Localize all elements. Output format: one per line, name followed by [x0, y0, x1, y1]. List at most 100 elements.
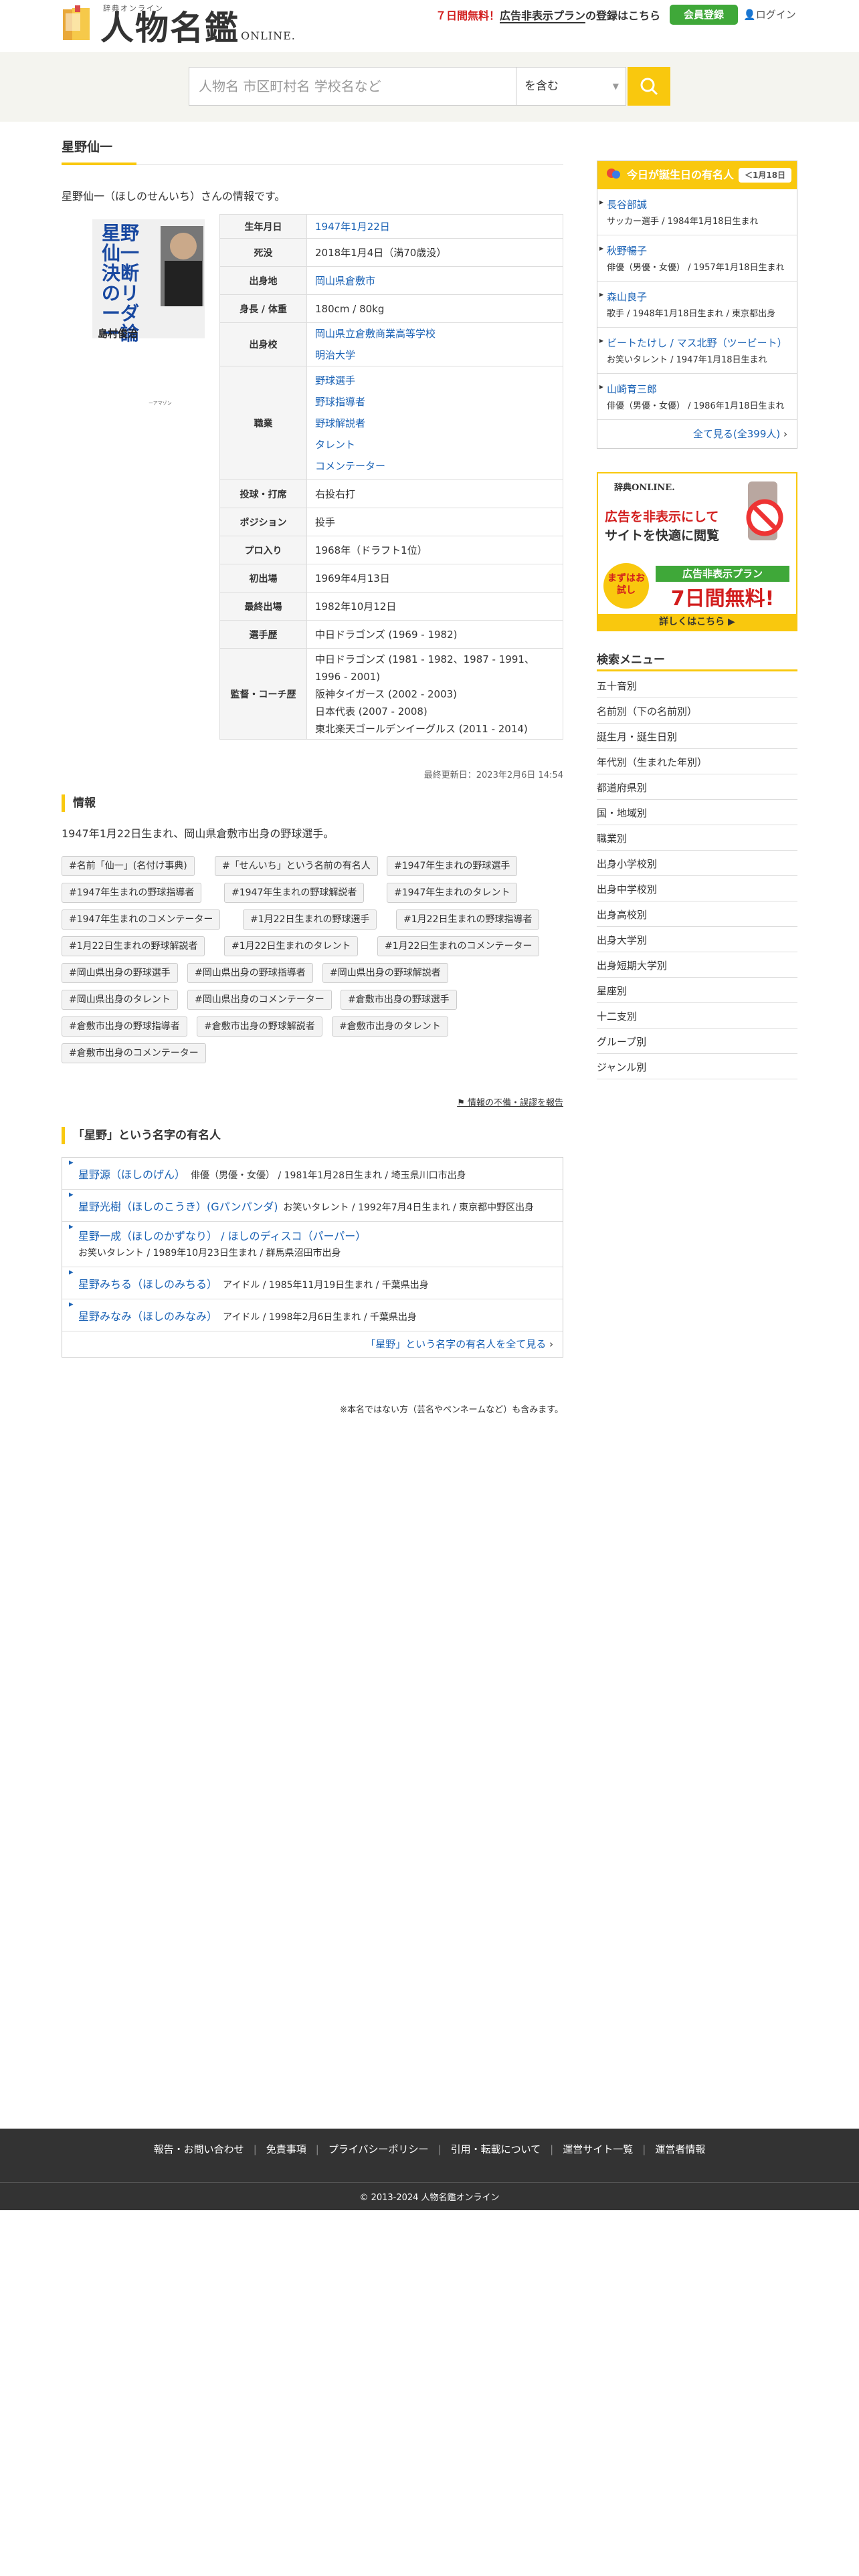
birthday-item: ビートたけし / マス北野（ツービート） お笑いタレント / 1947年1月18日… — [597, 328, 797, 374]
search-menu-item[interactable]: ジャンル別 — [597, 1054, 797, 1079]
search-menu-item[interactable]: 十二支別 — [597, 1003, 797, 1029]
birthday-person-desc: 俳優（男優・女優） / 1957年1月18日生まれ — [607, 263, 785, 273]
footer-separator: | — [315, 2143, 319, 2155]
footer-link[interactable]: 報告・お問い合わせ — [154, 2143, 244, 2155]
search-menu-item[interactable]: 名前別（下の名前別） — [597, 698, 797, 724]
namesake-link[interactable]: 星野源（ほしのげん） — [78, 1168, 185, 1181]
namesake-link[interactable]: 星野みちる（ほしのみちる） — [78, 1278, 217, 1291]
tag-link[interactable]: #1月22日生まれの野球解説者 — [62, 936, 205, 956]
profile-value-link[interactable]: 野球指導者 — [315, 391, 555, 413]
tag-link[interactable]: #「せんいち」という名前の有名人 — [215, 856, 378, 876]
profile-value-link[interactable]: タレント — [315, 434, 555, 455]
search-menu-item[interactable]: 五十音別 — [597, 673, 797, 698]
book-cover[interactable]: 星野仙一 決断のリーダー論 島村俊治 ーアマゾン — [86, 219, 211, 413]
tag-link[interactable]: #倉敷市出身の野球選手 — [341, 990, 457, 1010]
search-mode-select[interactable]: を含む ▼ — [516, 67, 626, 106]
footer-divider — [0, 2182, 859, 2183]
profile-value-link[interactable]: コメンテーター — [315, 455, 555, 477]
search-menu-item[interactable]: グループ別 — [597, 1029, 797, 1054]
namesake-desc: お笑いタレント / 1989年10月23日生まれ / 群馬県沼田市出身 — [78, 1248, 341, 1259]
profile-label: 選手歴 — [219, 620, 307, 649]
profile-value: 岡山県倉敷市 — [306, 266, 563, 295]
footer-link[interactable]: プライバシーポリシー — [328, 2143, 429, 2155]
birthday-person-link[interactable]: 森山良子 — [607, 290, 797, 304]
birthday-person-link[interactable]: 秋野暢子 — [607, 243, 797, 257]
footer-link[interactable]: 引用・転載について — [451, 2143, 541, 2155]
tag-link[interactable]: #1月22日生まれのコメンテーター — [377, 936, 540, 956]
site-logo[interactable]: 辞典オンライン 人物名鑑 ONLINE. — [62, 1, 295, 49]
search-menu-item[interactable]: 出身大学別 — [597, 927, 797, 952]
last-updated: 最終更新日：2023年2月6日 14:54 — [423, 770, 563, 780]
search-button[interactable] — [628, 67, 670, 106]
birthday-box: 今日が誕生日の有名人 ＜1月18日 長谷部誠サッカー選手 / 1984年1月18… — [597, 160, 797, 449]
tag-link[interactable]: #倉敷市出身のコメンテーター — [62, 1043, 206, 1063]
profile-value-text: 1969年4月13日 — [315, 572, 390, 584]
search-menu-item[interactable]: 出身高校別 — [597, 901, 797, 927]
login-link[interactable]: 👤ログイン — [743, 7, 796, 21]
tag-link[interactable]: #岡山県出身の野球選手 — [62, 963, 178, 983]
tag-link[interactable]: #1947年生まれのタレント — [387, 883, 518, 903]
tag-link[interactable]: #倉敷市出身のタレント — [332, 1016, 448, 1037]
namesake-link[interactable]: 星野一成（ほしのかずなり） / ほしのディスコ（パーパー） — [78, 1230, 366, 1243]
footer-link[interactable]: 運営者情報 — [655, 2143, 705, 2155]
footer-link[interactable]: 運営サイト一覧 — [563, 2143, 633, 2155]
profile-value-text: 2018年1月4日（満70歳没） — [315, 246, 447, 259]
profile-row: 生年月日 1947年1月22日 — [219, 214, 563, 239]
register-button[interactable]: 会員登録 — [670, 5, 738, 25]
search-menu-item[interactable]: 出身短期大学別 — [597, 952, 797, 978]
report-link[interactable]: ⚑ 情報の不備・誤謬を報告 — [457, 1095, 563, 1108]
search-menu-item[interactable]: 年代別（生まれた年別） — [597, 749, 797, 774]
profile-value-text: 180cm / 80kg — [315, 302, 385, 315]
ad-free-plan-link[interactable]: ７日間無料！広告非表示プランの登録はこちら — [436, 7, 660, 23]
profile-value-link[interactable]: 野球解説者 — [315, 413, 555, 434]
promo-free-text: ７日間無料！ — [436, 9, 500, 22]
tag-link[interactable]: #倉敷市出身の野球解説者 — [197, 1016, 322, 1037]
profile-value-link[interactable]: 岡山県立倉敷商業高等学校 — [315, 323, 555, 344]
tag-link[interactable]: #岡山県出身のコメンテーター — [187, 990, 332, 1010]
footer-link[interactable]: 免責事項 — [266, 2143, 306, 2155]
profile-value-link[interactable]: 1947年1月22日 — [315, 216, 555, 237]
tag-link[interactable]: #1947年生まれの野球選手 — [387, 856, 518, 876]
search-menu-item[interactable]: 出身小学校別 — [597, 851, 797, 876]
profile-value: 中日ドラゴンズ (1981 - 1982、1987 - 1991、1996 - … — [306, 648, 563, 740]
search-menu-item[interactable]: 職業別 — [597, 825, 797, 851]
profile-value-link[interactable]: 岡山県倉敷市 — [315, 270, 555, 292]
search-menu-item[interactable]: 国・地域別 — [597, 800, 797, 825]
tag-link[interactable]: #名前「仙一」(名付け事典) — [62, 856, 195, 876]
profile-label: 出身校 — [219, 322, 307, 366]
tag-link[interactable]: #1947年生まれの野球解説者 — [224, 883, 365, 903]
tag-link[interactable]: #岡山県出身の野球解説者 — [322, 963, 448, 983]
profile-value-link[interactable]: 野球選手 — [315, 370, 555, 391]
birthday-person-link[interactable]: 山崎育三郎 — [607, 382, 797, 396]
search-menu-item[interactable]: 星座別 — [597, 978, 797, 1003]
chevron-right-icon: › — [783, 428, 787, 440]
search-menu-item[interactable]: 都道府県別 — [597, 774, 797, 800]
birthday-person-link[interactable]: 長谷部誠 — [607, 197, 797, 211]
namesake-link[interactable]: 星野みなみ（ほしのみなみ） — [78, 1310, 217, 1323]
ad-free-banner[interactable]: 辞典ONLINE. 広告を非表示にして サイトを快適に閲覧 まずはお試し 広告非… — [597, 472, 797, 631]
birthday-all-link[interactable]: 全て見る(全399人) › — [597, 420, 797, 448]
birthday-heading: 今日が誕生日の有名人 ＜1月18日 — [597, 161, 797, 189]
birthday-person-link[interactable]: ビートたけし / マス北野（ツービート） — [607, 336, 797, 350]
book-source: ーアマゾン — [149, 401, 172, 406]
profile-row: 身長 / 体重 180cm / 80kg — [219, 294, 563, 323]
banner-plan: 広告非表示プラン — [656, 566, 789, 582]
tag-link[interactable]: #1947年生まれの野球指導者 — [62, 883, 202, 903]
tag-link[interactable]: #倉敷市出身の野球指導者 — [62, 1016, 187, 1037]
tag-link[interactable]: #1947年生まれのコメンテーター — [62, 909, 221, 930]
tag-link[interactable]: #岡山県出身の野球指導者 — [187, 963, 313, 983]
profile-value-link[interactable]: 明治大学 — [315, 344, 555, 366]
search-menu-item[interactable]: 誕生月・誕生日別 — [597, 724, 797, 749]
namesakes-all-link[interactable]: 「星野」という名字の有名人を全て見る › — [62, 1331, 563, 1357]
namesake-link[interactable]: 星野光樹（ほしのこうき）(Gパンパンダ) — [78, 1200, 278, 1213]
promo-plan-text: 広告非表示プラン — [500, 9, 586, 23]
tag-link[interactable]: #1月22日生まれの野球指導者 — [396, 909, 540, 930]
tag-link[interactable]: #1月22日生まれの野球選手 — [243, 909, 377, 930]
tag-link[interactable]: #1月22日生まれのタレント — [224, 936, 359, 956]
birthday-date-badge[interactable]: ＜1月18日 — [739, 168, 792, 183]
profile-label: 身長 / 体重 — [219, 294, 307, 323]
search-input[interactable]: 人物名 市区町村名 学校名など — [189, 67, 516, 106]
search-menu-item[interactable]: 出身中学校別 — [597, 876, 797, 901]
banner-brand: 辞典ONLINE. — [614, 483, 675, 493]
tag-link[interactable]: #岡山県出身のタレント — [62, 990, 178, 1010]
